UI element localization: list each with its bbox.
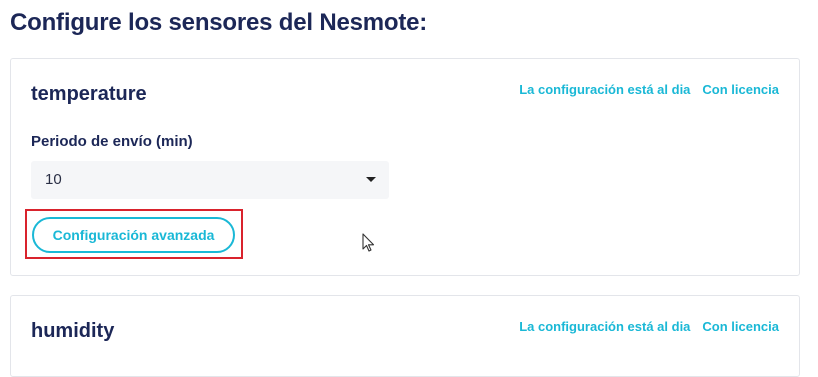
license-status-text: Con licencia <box>702 319 779 334</box>
advanced-config-button[interactable]: Configuración avanzada <box>32 217 235 253</box>
period-select-value: 10 <box>45 171 62 188</box>
highlight-box: Configuración avanzada <box>25 209 243 259</box>
config-status-text: La configuración está al dia <box>519 319 691 334</box>
caret-down-icon <box>366 177 376 182</box>
sensor-status: La configuración está al dia Con licencia <box>519 82 779 97</box>
sensor-card-temperature: temperature La configuración está al dia… <box>10 58 800 276</box>
license-status-text: Con licencia <box>702 82 779 97</box>
sensor-name: temperature <box>31 83 147 105</box>
sensor-card-humidity: humidity La configuración está al dia Con… <box>10 295 800 377</box>
sensor-status: La configuración está al dia Con licencia <box>519 319 779 334</box>
page-title: Configure los sensores del Nesmote: <box>10 9 428 36</box>
config-status-text: La configuración está al dia <box>519 82 691 97</box>
period-select[interactable]: 10 <box>31 161 389 199</box>
period-label: Periodo de envío (min) <box>31 133 193 150</box>
mouse-pointer-icon <box>362 233 375 252</box>
sensor-name: humidity <box>31 320 115 342</box>
